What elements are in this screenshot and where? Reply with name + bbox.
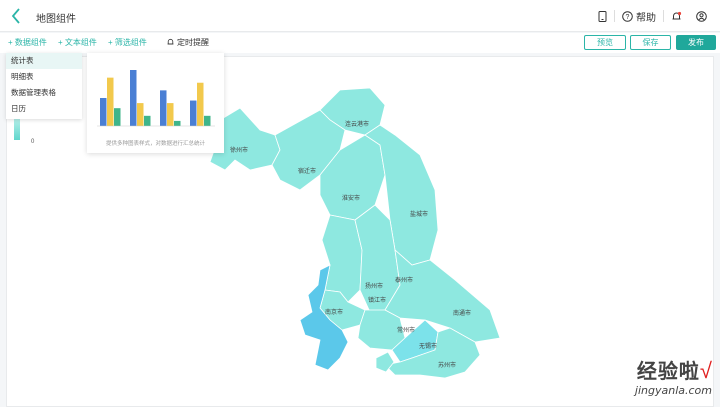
mobile-preview-button[interactable] bbox=[591, 6, 614, 26]
city-label: 盐城市 bbox=[410, 210, 428, 218]
preview-button[interactable]: 预览 bbox=[584, 35, 626, 50]
bar-mark bbox=[114, 108, 121, 126]
publish-button[interactable]: 发布 bbox=[676, 35, 716, 50]
menu-item-data-management-table[interactable]: 数据管理表格 bbox=[6, 85, 82, 101]
top-right-actions: ? 帮助 bbox=[591, 6, 714, 26]
timed-reminder-label: 定时提醒 bbox=[177, 38, 209, 47]
bar-mark bbox=[144, 115, 151, 126]
city-label: 南通市 bbox=[453, 309, 471, 317]
bar-mark bbox=[130, 70, 137, 126]
help-icon: ? bbox=[622, 10, 633, 22]
city-label: 南京市 bbox=[325, 308, 343, 316]
user-avatar-icon bbox=[696, 10, 707, 22]
save-button[interactable]: 保存 bbox=[630, 35, 671, 50]
bar-mark bbox=[174, 120, 181, 126]
city-label: 无锡市 bbox=[419, 342, 437, 350]
city-label: 泰州市 bbox=[395, 276, 413, 284]
city-label: 淮安市 bbox=[342, 194, 360, 202]
help-label: 帮助 bbox=[636, 12, 656, 24]
region-yangzhou[interactable] bbox=[321, 214, 363, 303]
menu-item-statistics-table[interactable]: 统计表 bbox=[6, 53, 82, 69]
statistics-table-preview-card: 提供多种图表样式，对数据进行汇总统计 bbox=[87, 53, 224, 153]
svg-text:?: ? bbox=[626, 14, 630, 21]
bar-mark bbox=[197, 82, 204, 126]
city-label: 宿迁市 bbox=[298, 167, 316, 175]
bar-mark bbox=[204, 115, 211, 126]
toolbar: + 数据组件 + 文本组件 + 筛选组件 定时提醒 预览 保存 发布 bbox=[0, 33, 720, 53]
city-label: 苏州市 bbox=[438, 361, 456, 369]
watermark-check: √ bbox=[699, 358, 712, 383]
notification-button[interactable] bbox=[664, 6, 689, 26]
bell-icon bbox=[672, 11, 682, 19]
user-button[interactable] bbox=[689, 6, 714, 26]
menu-item-calendar[interactable]: 日历 bbox=[6, 101, 82, 117]
bar-mark bbox=[107, 77, 114, 126]
preview-caption: 提供多种图表样式，对数据进行汇总统计 bbox=[105, 141, 205, 147]
jiangsu-map[interactable]: 连云港市 徐州市 宿迁市 淮安市 盐城市 泰州市 扬州市 镇江市 南京市 常州市… bbox=[180, 80, 540, 380]
city-label: 连云港市 bbox=[345, 120, 369, 128]
timed-reminder-button[interactable]: 定时提醒 bbox=[167, 37, 209, 48]
watermark-text: 经验啦 bbox=[636, 359, 700, 383]
bar-mark bbox=[137, 103, 144, 126]
bar-mark bbox=[167, 103, 174, 126]
help-button[interactable]: ? 帮助 bbox=[615, 6, 663, 26]
mobile-icon bbox=[598, 10, 607, 22]
filter-component-button[interactable]: + 筛选组件 bbox=[108, 37, 147, 48]
city-label: 徐州市 bbox=[230, 146, 248, 154]
watermark: 经验啦√ jingyanla.com bbox=[635, 355, 712, 397]
city-label: 常州市 bbox=[397, 326, 415, 334]
city-label: 镇江市 bbox=[368, 296, 386, 304]
legend-min-label: 0 bbox=[31, 139, 35, 145]
text-component-button[interactable]: + 文本组件 bbox=[58, 37, 97, 48]
preview-bar-chart bbox=[97, 70, 215, 127]
visual-map-legend[interactable] bbox=[14, 118, 20, 140]
data-component-button[interactable]: + 数据组件 bbox=[8, 37, 47, 48]
bar-mark bbox=[160, 90, 167, 126]
watermark-site: jingyanla.com bbox=[634, 384, 712, 397]
bar-mark bbox=[100, 98, 107, 126]
menu-item-detail-table[interactable]: 明细表 bbox=[6, 69, 82, 85]
component-type-menu: 统计表 明细表 数据管理表格 日历 bbox=[6, 53, 82, 119]
bar-mark bbox=[190, 100, 197, 126]
back-arrow-icon[interactable] bbox=[8, 6, 26, 26]
reminder-bell-icon bbox=[167, 38, 174, 45]
page-title: 地图组件 bbox=[36, 14, 76, 25]
top-bar: 地图组件 ? 帮助 bbox=[0, 0, 720, 32]
city-label: 扬州市 bbox=[365, 282, 383, 290]
